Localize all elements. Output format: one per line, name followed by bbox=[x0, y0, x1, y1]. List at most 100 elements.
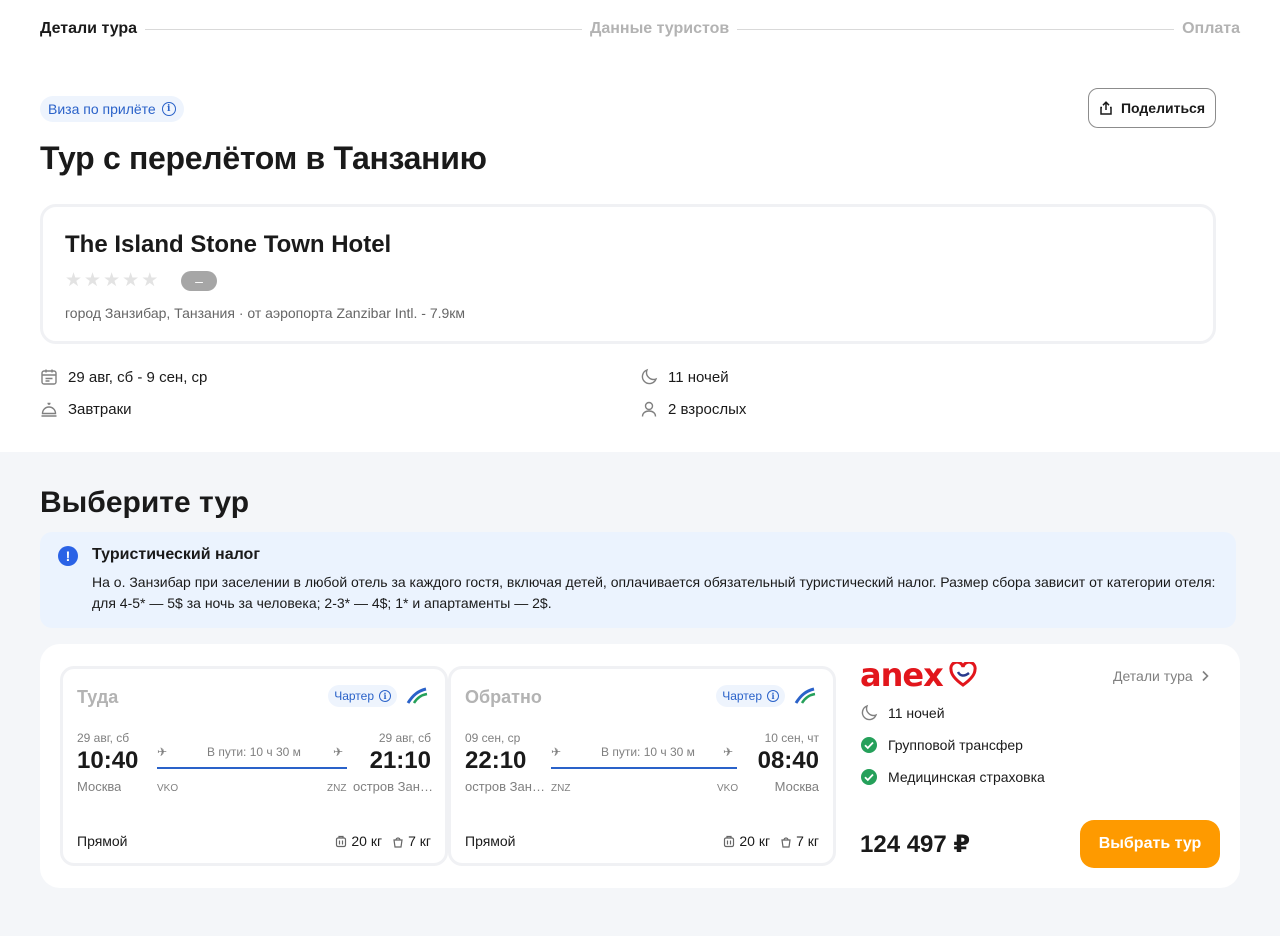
landing-icon: ✈ bbox=[723, 745, 734, 759]
trip-dates-label: 29 авг, сб - 9 сен, ср bbox=[68, 368, 208, 386]
operator-logo: anex bbox=[860, 656, 977, 694]
step-divider bbox=[737, 28, 1175, 30]
hotel-card[interactable]: The Island Stone Town Hotel ★ ★ ★ ★ ★ – … bbox=[40, 204, 1216, 344]
tour-details-link[interactable]: Детали тура bbox=[1113, 668, 1209, 684]
star-icon: ★ bbox=[141, 270, 159, 291]
info-icon: i bbox=[767, 690, 779, 702]
departure-time: 22:10 bbox=[465, 747, 527, 774]
page-title: Тур с перелётом в Танзанию bbox=[40, 140, 487, 176]
handbag-icon bbox=[393, 836, 403, 848]
arrival-city: остров Занзибар bbox=[353, 779, 435, 794]
step-tour-details: Детали тура bbox=[40, 20, 138, 37]
notice-text: На о. Занзибар при заселении в любой оте… bbox=[92, 574, 1216, 611]
star-icon: ★ bbox=[84, 270, 102, 291]
departure-time: 10:40 bbox=[77, 747, 139, 774]
info-icon: i bbox=[379, 690, 391, 702]
notice-title: Туристический налог bbox=[92, 546, 260, 563]
cloche-icon bbox=[41, 402, 57, 417]
check-circle-icon bbox=[861, 737, 877, 753]
arrival-code: VKO bbox=[717, 783, 739, 794]
charter-badge[interactable]: Чартер i bbox=[328, 685, 397, 707]
departure-date: 29 авг, сб bbox=[77, 731, 130, 745]
hotel-name: The Island Stone Town Hotel bbox=[65, 231, 392, 258]
trip-nights-label: 11 ночей bbox=[668, 368, 729, 386]
feature-insurance-label: Медицинская страховка bbox=[888, 769, 1045, 785]
baggage-weight: 20 кг bbox=[351, 833, 383, 849]
arrival-time: 21:10 bbox=[369, 747, 431, 774]
hand-luggage-weight: 7 кг bbox=[796, 833, 819, 849]
departure-city: остров Занзибар bbox=[465, 779, 547, 794]
tour-details-label: Детали тура bbox=[1113, 668, 1193, 684]
hand-luggage-weight: 7 кг bbox=[408, 833, 431, 849]
tourist-tax-notice: ! Туристический налог На о. Занзибар при… bbox=[40, 532, 1236, 628]
operator-nights: 11 ночей bbox=[860, 704, 945, 722]
baggage-info: 20 кг 7 кг bbox=[723, 833, 819, 849]
airline-logo-icon bbox=[406, 687, 428, 704]
operator-logo-text: anex bbox=[860, 656, 944, 694]
flight-return[interactable]: Обратно Чартер i 09 сен, ср 22:10 остров… bbox=[448, 666, 836, 866]
trip-nights: 11 ночей bbox=[640, 368, 729, 386]
hotel-location: город Занзибар, Танзания · от аэропорта … bbox=[65, 305, 466, 321]
flight-direction: Туда bbox=[77, 687, 119, 707]
select-tour-button[interactable]: Выбрать тур bbox=[1080, 820, 1220, 868]
departure-code: ZNZ bbox=[551, 783, 571, 794]
departure-code: VKO bbox=[157, 783, 179, 794]
route-line bbox=[157, 767, 347, 769]
flight-type: Прямой bbox=[77, 833, 128, 849]
check-circle-icon bbox=[861, 769, 877, 785]
flight-duration: В пути: 10 ч 30 м bbox=[207, 745, 301, 759]
arrival-city: Москва bbox=[774, 779, 819, 794]
trip-meals-label: Завтраки bbox=[68, 400, 132, 418]
step-divider bbox=[145, 28, 582, 30]
star-icon: ★ bbox=[65, 270, 83, 291]
airline-logo-icon bbox=[794, 687, 816, 704]
trip-meals: Завтраки bbox=[40, 400, 132, 418]
operator-nights-label: 11 ночей bbox=[888, 705, 945, 721]
charter-label: Чартер bbox=[334, 689, 374, 703]
checkout-steps: Детали тура Данные туристов Оплата bbox=[40, 18, 1240, 40]
flight-duration: В пути: 10 ч 30 м bbox=[601, 745, 695, 759]
handbag-icon bbox=[781, 836, 791, 848]
person-icon bbox=[641, 401, 657, 417]
arrival-code: ZNZ bbox=[327, 783, 347, 794]
info-icon: i bbox=[161, 102, 176, 116]
step-payment: Оплата bbox=[1182, 20, 1241, 37]
suitcase-icon bbox=[724, 835, 735, 847]
section-title: Выберите тур bbox=[40, 486, 250, 519]
chevron-right-icon bbox=[1202, 670, 1209, 682]
charter-badge[interactable]: Чартер i bbox=[716, 685, 785, 707]
visa-badge[interactable]: Виза по прилёте i bbox=[40, 96, 184, 122]
share-button[interactable]: Поделиться bbox=[1088, 88, 1216, 128]
visa-badge-label: Виза по прилёте bbox=[48, 101, 156, 117]
tour-selection-section: Выберите тур ! Туристический налог На о.… bbox=[0, 452, 1280, 936]
share-label: Поделиться bbox=[1120, 100, 1206, 116]
hotel-stars: ★ ★ ★ ★ ★ bbox=[65, 269, 158, 292]
departure-date: 09 сен, ср bbox=[465, 731, 521, 745]
route-line bbox=[551, 767, 737, 769]
flight-outbound[interactable]: Туда Чартер i 29 авг, сб 10:40 Москва ✈ … bbox=[60, 666, 448, 866]
baggage-weight: 20 кг bbox=[739, 833, 771, 849]
rating-badge: – bbox=[181, 271, 217, 291]
trip-guests-label: 2 взрослых bbox=[668, 400, 747, 418]
heart-icon bbox=[949, 662, 977, 687]
flight-type: Прямой bbox=[465, 833, 516, 849]
trip-guests: 2 взрослых bbox=[640, 400, 746, 418]
share-icon bbox=[1100, 101, 1112, 115]
feature-transfer: Групповой трансфер bbox=[860, 736, 1023, 754]
feature-transfer-label: Групповой трансфер bbox=[888, 737, 1023, 753]
alert-icon: ! bbox=[58, 546, 78, 566]
flight-direction: Обратно bbox=[465, 687, 542, 707]
arrival-date: 10 сен, чт bbox=[764, 731, 819, 745]
landing-icon: ✈ bbox=[333, 745, 344, 759]
star-icon: ★ bbox=[122, 270, 140, 291]
trip-dates: 29 авг, сб - 9 сен, ср bbox=[40, 368, 207, 386]
tour-offer-card: Туда Чартер i 29 авг, сб 10:40 Москва ✈ … bbox=[40, 644, 1240, 888]
step-tourist-data: Данные туристов bbox=[589, 20, 730, 37]
arrival-date: 29 авг, сб bbox=[378, 731, 431, 745]
arrival-time: 08:40 bbox=[757, 747, 819, 774]
suitcase-icon bbox=[336, 835, 347, 847]
star-icon: ★ bbox=[103, 270, 121, 291]
moon-icon bbox=[861, 704, 878, 721]
baggage-info: 20 кг 7 кг bbox=[335, 833, 431, 849]
takeoff-icon: ✈ bbox=[551, 745, 562, 759]
